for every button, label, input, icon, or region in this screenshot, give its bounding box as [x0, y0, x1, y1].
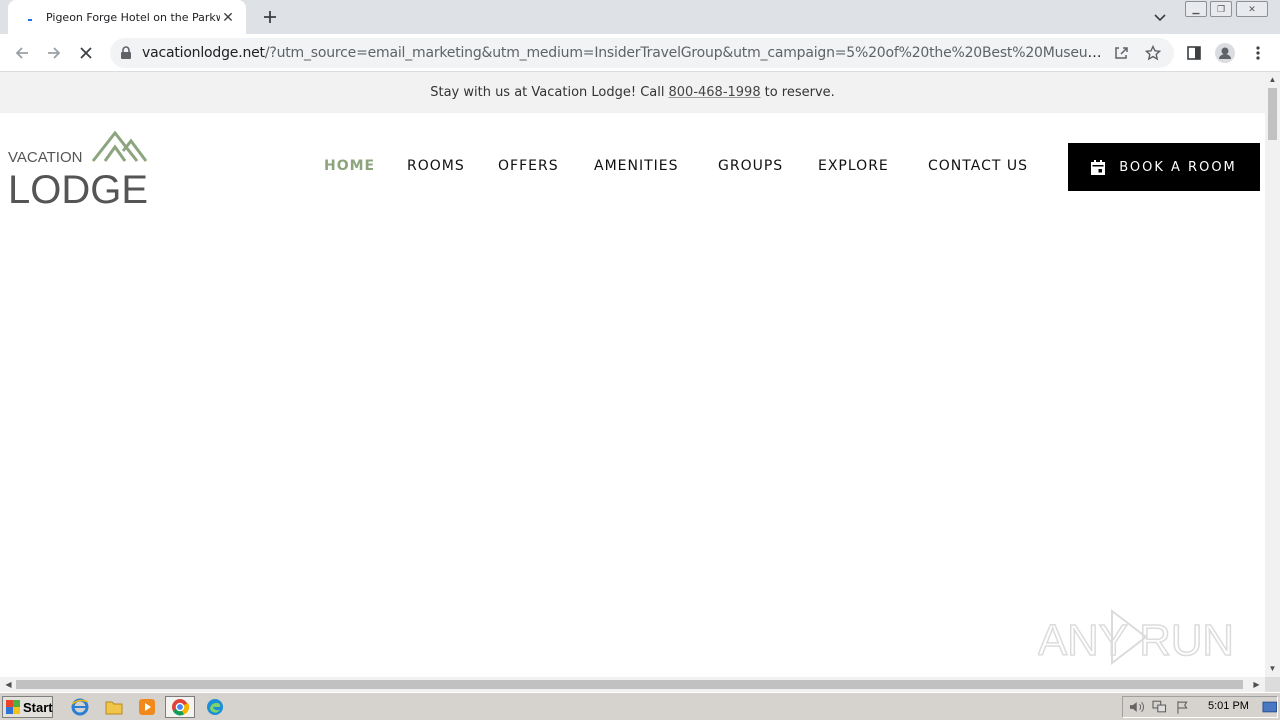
announcement-bar: Stay with us at Vacation Lodge! Call 800…	[0, 72, 1265, 113]
windows-taskbar: Start 5:01 PM	[0, 692, 1280, 720]
profile-avatar-icon[interactable]	[1214, 42, 1236, 64]
scrollbar-corner	[1265, 677, 1280, 692]
logo-line1: VACATION	[8, 149, 82, 166]
nav-explore[interactable]: EXPLORE	[818, 158, 889, 176]
stop-loading-icon[interactable]	[74, 41, 98, 65]
horizontal-scrollbar[interactable]: ◀ ▶	[0, 677, 1265, 692]
vertical-scroll-thumb[interactable]	[1268, 88, 1277, 140]
nav-home[interactable]: HOME	[324, 158, 375, 176]
back-icon[interactable]	[10, 41, 34, 65]
page-viewport: Stay with us at Vacation Lodge! Call 800…	[0, 72, 1265, 677]
restore-window-icon[interactable]: ❐	[1210, 1, 1232, 17]
close-tab-icon[interactable]: ✕	[220, 9, 236, 25]
nav-groups[interactable]: GROUPS	[718, 158, 783, 176]
logo-line2: LODGE	[8, 168, 148, 206]
tab-strip: Pigeon Forge Hotel on the Parkway ✕ ▁ ❐ …	[0, 0, 1280, 34]
nav-offers[interactable]: OFFERS	[498, 158, 559, 176]
windows-logo-icon	[6, 700, 20, 714]
show-desktop-icon[interactable]	[1261, 700, 1277, 714]
announcement-text-after: to reserve.	[764, 85, 835, 100]
taskbar-clock[interactable]: 5:01 PM	[1208, 700, 1249, 712]
network-icon[interactable]	[1152, 700, 1167, 714]
site-logo[interactable]: VACATION LODGE	[8, 130, 150, 212]
calendar-icon	[1091, 159, 1106, 175]
lock-icon[interactable]	[120, 46, 132, 60]
anyrun-watermark: ANY RUN	[1037, 607, 1235, 669]
close-window-icon[interactable]: ✕	[1236, 1, 1268, 17]
start-label: Start	[23, 699, 53, 715]
announcement-text-before: Stay with us at Vacation Lodge! Call	[430, 85, 665, 100]
tab-title: Pigeon Forge Hotel on the Parkway	[46, 10, 220, 24]
forward-icon[interactable]	[42, 41, 66, 65]
watermark-text: ANY RUN	[1038, 616, 1234, 665]
loading-icon	[22, 9, 38, 25]
tab-search-chevron-icon[interactable]	[1150, 8, 1170, 28]
start-button[interactable]: Start	[2, 696, 53, 718]
nav-contact-us[interactable]: CONTACT US	[928, 158, 1028, 176]
media-player-icon[interactable]	[136, 697, 158, 717]
scroll-left-arrow-icon[interactable]: ◀	[4, 680, 13, 689]
nav-rooms[interactable]: ROOMS	[407, 158, 465, 176]
system-tray	[1122, 696, 1278, 718]
url-text[interactable]: vacationlodge.net/?utm_source=email_mark…	[142, 45, 1102, 61]
horizontal-scroll-thumb[interactable]	[16, 680, 1243, 689]
url-host: vacationlodge.net	[142, 45, 265, 61]
browser-tab[interactable]: Pigeon Forge Hotel on the Parkway ✕	[8, 0, 246, 34]
chrome-taskbar-icon[interactable]	[165, 696, 195, 718]
minimize-window-icon[interactable]: ▁	[1185, 1, 1207, 17]
phone-link[interactable]: 800-468-1998	[669, 85, 761, 100]
scroll-right-arrow-icon[interactable]: ▶	[1252, 680, 1261, 689]
vertical-scrollbar[interactable]: ▲ ▼	[1265, 72, 1280, 677]
book-a-room-label: BOOK A ROOM	[1119, 159, 1237, 175]
scroll-down-arrow-icon[interactable]: ▼	[1268, 664, 1277, 673]
browser-toolbar: vacationlodge.net/?utm_source=email_mark…	[0, 34, 1280, 72]
action-center-flag-icon[interactable]	[1176, 700, 1190, 714]
scroll-up-arrow-icon[interactable]: ▲	[1268, 75, 1277, 84]
menu-kebab-icon[interactable]	[1247, 42, 1269, 64]
address-bar[interactable]: vacationlodge.net/?utm_source=email_mark…	[110, 38, 1174, 68]
book-a-room-button[interactable]: BOOK A ROOM	[1068, 143, 1260, 191]
side-panel-icon[interactable]	[1183, 42, 1205, 64]
edge-browser-icon[interactable]	[204, 697, 226, 717]
url-path: /?utm_source=email_marketing&utm_medium=…	[264, 45, 1102, 61]
bookmark-star-icon[interactable]	[1144, 44, 1162, 62]
file-explorer-icon[interactable]	[103, 697, 125, 717]
new-tab-icon[interactable]	[258, 5, 282, 29]
volume-icon[interactable]	[1129, 700, 1144, 714]
nav-amenities[interactable]: AMENITIES	[594, 158, 679, 176]
internet-explorer-icon[interactable]	[69, 697, 91, 717]
share-icon[interactable]	[1112, 44, 1130, 62]
